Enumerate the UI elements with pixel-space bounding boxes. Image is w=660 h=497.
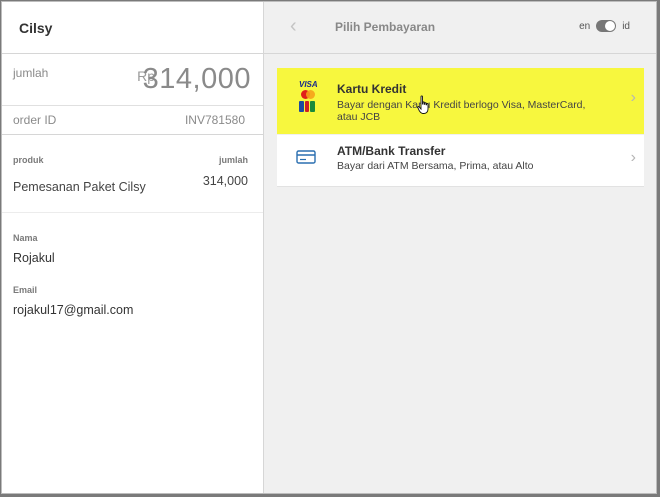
customer-name-field: Nama Rojakul [2,233,263,265]
toggle-knob [605,21,616,31]
amount-row: jumlah Rp 314,000 [2,54,263,106]
order-summary-panel: Cilsy jumlah Rp 314,000 order ID INV7815… [2,2,264,493]
payment-option-credit-card[interactable]: VISA Kartu Kredit Bayar dengan Kartu Kre… [277,68,644,134]
product-amount: 314,000 [202,174,248,188]
chevron-left-icon[interactable]: ‹ [290,15,297,38]
visa-logo: VISA [299,80,318,89]
amount-label: jumlah [13,66,49,80]
chevron-right-icon: › [630,89,636,106]
atm-transfer-description: Bayar dari ATM Bersama, Prima, atau Alto [337,160,534,172]
name-label: Nama [13,233,38,243]
order-id-value: INV781580 [184,113,245,127]
product-name: Pemesanan Paket Cilsy [13,180,146,194]
lang-id-label: id [622,20,630,32]
credit-card-title: Kartu Kredit [337,82,407,96]
lang-en-label: en [579,20,591,32]
atm-transfer-title: ATM/Bank Transfer [337,144,446,158]
language-toggle[interactable] [596,20,617,32]
name-value: Rojakul [13,251,55,265]
mastercard-icon [301,90,315,99]
table-row: Pemesanan Paket Cilsy 314,000 [2,165,263,194]
merchant-name: Cilsy [2,2,263,54]
total-amount: 314,000 [142,63,251,95]
product-header: produk [13,155,44,165]
customer-email-field: Email rojakul17@gmail.com [2,285,263,317]
order-id-row: order ID INV781580 [2,106,263,135]
bank-card-icon [296,150,316,164]
jcb-icon [299,101,316,112]
hand-pointer-icon [417,95,429,114]
payment-option-atm-transfer[interactable]: ATM/Bank Transfer Bayar dari ATM Bersama… [277,135,644,187]
page-title: Pilih Pembayaran [335,20,436,34]
language-switch: en id [579,20,630,32]
divider [2,212,263,213]
email-label: Email [13,285,38,295]
email-value: rojakul17@gmail.com [13,303,134,317]
payment-header: ‹ Pilih Pembayaran en id [264,2,656,54]
chevron-right-icon: › [630,149,636,166]
amount-header: jumlah [218,155,248,165]
product-table-header: produk jumlah [2,135,263,165]
credit-card-description: Bayar dengan Kartu Kredit berlogo Visa, … [337,99,586,123]
order-id-label: order ID [13,113,57,127]
payment-panel: ‹ Pilih Pembayaran en id VISA Kartu Kred… [264,2,656,493]
payment-window: Cilsy jumlah Rp 314,000 order ID INV7815… [1,1,657,494]
